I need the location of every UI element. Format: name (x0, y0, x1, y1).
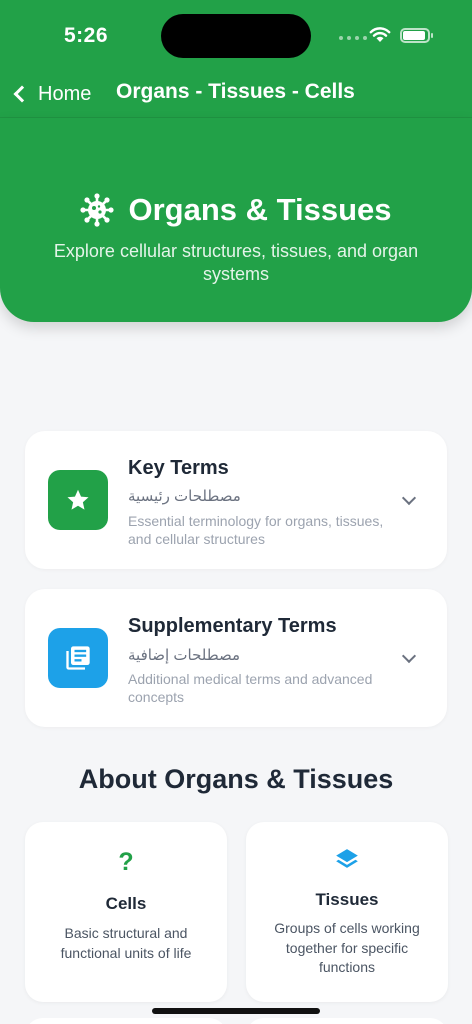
status-time: 5:26 (64, 24, 109, 47)
next-card-partial (25, 1018, 227, 1024)
status-bar: 5:26 (0, 0, 472, 70)
back-label: Home (38, 82, 92, 105)
battery-icon (400, 28, 433, 43)
nav-title: Organs - Tissues - Cells (116, 80, 355, 103)
supplementary-terms-description: Additional medical terms and advanced co… (128, 671, 373, 705)
navigation-bar: Home Organs - Tissues - Cells (0, 70, 472, 118)
key-terms-card[interactable]: Key Terms مصطلحات رئيسية Essential termi… (25, 431, 447, 569)
layers-icon (246, 847, 448, 878)
key-terms-arabic: مصطلحات رئيسية (128, 488, 241, 505)
library-books-icon (66, 646, 90, 670)
cells-card-title: Cells (105, 894, 147, 913)
supplementary-terms-card[interactable]: Supplementary Terms مصطلحات إضافية Addit… (25, 589, 447, 727)
chevron-down-icon[interactable] (401, 648, 417, 664)
home-indicator[interactable] (152, 1008, 320, 1014)
hero-subtitle: Explore cellular structures, tissues, an… (53, 241, 419, 284)
cells-card: ? Cells Basic structural and functional … (25, 822, 227, 1002)
hero-header: Organs & Tissues Explore cellular struct… (0, 118, 472, 322)
key-terms-icon-tile (48, 470, 108, 530)
chevron-left-icon (13, 85, 31, 103)
supplementary-terms-icon-tile (48, 628, 108, 688)
cellular-signal-icon (339, 36, 367, 40)
chevron-down-icon[interactable] (401, 490, 417, 506)
dynamic-island (161, 14, 311, 58)
tissues-card: Tissues Groups of cells working together… (246, 822, 448, 1002)
next-card-partial (246, 1018, 448, 1024)
key-terms-title: Key Terms (128, 457, 229, 479)
tissues-card-description: Groups of cells working together for spe… (274, 920, 420, 975)
virus-cell-icon (80, 193, 115, 227)
star-icon (67, 489, 89, 510)
supplementary-terms-title: Supplementary Terms (128, 615, 337, 637)
back-button[interactable]: Home (10, 78, 91, 110)
key-terms-description: Essential terminology for organs, tissue… (128, 513, 384, 547)
tissues-card-title: Tissues (315, 890, 379, 909)
supplementary-terms-arabic: مصطلحات إضافية (128, 647, 241, 664)
cells-card-description: Basic structural and functional units of… (60, 925, 192, 961)
about-section-title: About Organs & Tissues (78, 764, 394, 794)
hero-title: Organs & Tissues (128, 192, 392, 227)
question-mark-icon: ? (118, 848, 134, 876)
wifi-icon (369, 27, 391, 42)
